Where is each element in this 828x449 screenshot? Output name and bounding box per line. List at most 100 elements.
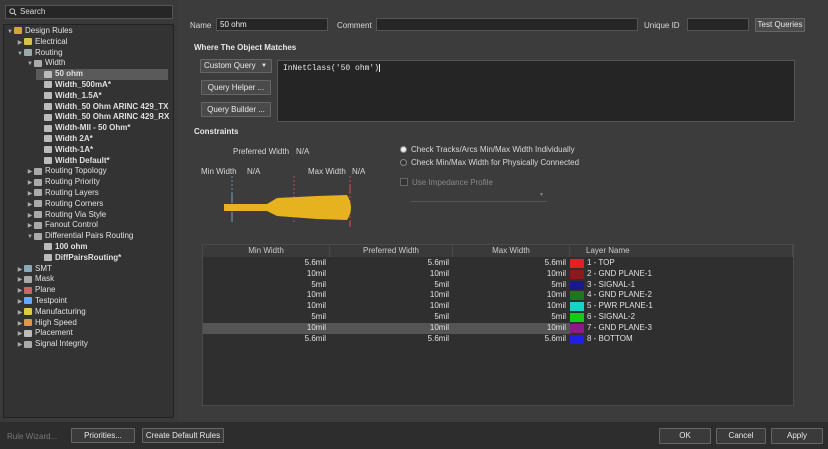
max-width-cell[interactable]: 5mil xyxy=(453,280,568,291)
table-row[interactable]: 5.6mil 5.6mil 5.6mil xyxy=(203,334,570,345)
ok-button[interactable]: OK xyxy=(659,428,711,444)
layer-color-swatch xyxy=(570,313,584,322)
min-width-cell[interactable]: 5mil xyxy=(203,280,328,291)
tree-item[interactable]: Width_50 Ohm ARINC 429_TX xyxy=(36,102,168,113)
impedance-profile-checkbox[interactable] xyxy=(400,178,408,186)
rule-wizard-button[interactable]: Rule Wizard... xyxy=(7,432,57,441)
pref-width-cell[interactable]: 10mil xyxy=(330,323,451,334)
max-width-cell[interactable]: 10mil xyxy=(453,269,568,280)
tree-item[interactable]: ▶ Routing Corners xyxy=(26,199,168,210)
check-connected-radio[interactable] xyxy=(400,159,407,166)
tree-item-label: SMT xyxy=(35,263,52,273)
max-width-cell[interactable]: 10mil xyxy=(453,301,568,312)
priorities-button[interactable]: Priorities... xyxy=(71,428,135,443)
max-width-cell[interactable]: 5.6mil xyxy=(453,334,568,345)
max-width-cell[interactable]: 10mil xyxy=(453,290,568,301)
tree-item[interactable]: Width Default* xyxy=(36,156,168,167)
pref-width-cell[interactable]: 10mil xyxy=(330,269,451,280)
tree-item[interactable]: ▶ Mask xyxy=(16,274,168,285)
tree-item[interactable]: ▶ Routing Via Style xyxy=(26,210,168,221)
min-width-cell[interactable]: 5.6mil xyxy=(203,334,328,345)
search-input[interactable]: Search xyxy=(5,5,173,19)
tree-item[interactable]: ▼ Routing xyxy=(16,48,168,59)
tree-item[interactable]: Width 2A* xyxy=(36,134,168,145)
collapsed-arrow-icon[interactable]: ▶ xyxy=(16,340,24,351)
tree-item[interactable]: Width-1A* xyxy=(36,145,168,156)
column-header[interactable]: Layer Name xyxy=(570,245,793,257)
tree-item[interactable]: ▼ Width xyxy=(26,58,168,69)
rule-icon xyxy=(24,264,32,272)
tree-item[interactable]: ▶ Manufacturing xyxy=(16,307,168,318)
layer-width-table[interactable]: Min Width Preferred Width Max Width Layer N… xyxy=(202,244,794,406)
query-type-dropdown[interactable]: Custom Query ▼ xyxy=(200,59,272,73)
min-width-cell[interactable]: 5.6mil xyxy=(203,258,328,269)
table-row[interactable]: 10mil 10mil 10mil xyxy=(203,269,570,280)
min-width-value[interactable]: N/A xyxy=(247,167,260,176)
table-row[interactable]: 5mil 5mil 5mil xyxy=(203,312,570,323)
design-rules-tree[interactable]: ▼ Design Rules ▶ Electrical ▼ Routing ▼ Width 50… xyxy=(3,24,174,418)
apply-button[interactable]: Apply xyxy=(771,428,823,444)
min-width-cell[interactable]: 10mil xyxy=(203,269,328,280)
table-row[interactable]: 10mil 10mil 10mil xyxy=(203,290,570,301)
name-field[interactable]: 50 ohm xyxy=(216,18,328,31)
folder-icon xyxy=(14,27,22,35)
pref-width-cell[interactable]: 5mil xyxy=(330,280,451,291)
max-width-cell[interactable]: 5.6mil xyxy=(453,258,568,269)
max-width-value[interactable]: N/A xyxy=(352,167,365,176)
expanded-arrow-icon[interactable]: ▼ xyxy=(26,59,34,70)
expanded-arrow-icon[interactable]: ▼ xyxy=(6,27,14,38)
max-width-cell[interactable]: 10mil xyxy=(453,323,568,334)
tree-item[interactable]: ▶ Placement xyxy=(16,328,168,339)
tree-item-label: 100 ohm xyxy=(55,242,88,251)
pref-width-cell[interactable]: 10mil xyxy=(330,290,451,301)
create-default-rules-button[interactable]: Create Default Rules xyxy=(142,428,224,443)
tree-item[interactable]: Width_1.5A* xyxy=(36,91,168,102)
min-width-cell[interactable]: 10mil xyxy=(203,290,328,301)
tree-item[interactable]: Width-MII - 50 Ohm* xyxy=(36,123,168,134)
pref-width-cell[interactable]: 5mil xyxy=(330,312,451,323)
min-width-cell[interactable]: 10mil xyxy=(203,323,328,334)
tree-item[interactable]: ▶ Fanout Control xyxy=(26,220,168,231)
tree-item[interactable]: DiffPairsRouting* xyxy=(36,253,168,264)
tree-item[interactable]: ▶ Testpoint xyxy=(16,296,168,307)
comment-field[interactable] xyxy=(376,18,638,31)
tree-item[interactable]: ▶ Signal Integrity xyxy=(16,339,168,350)
tree-item[interactable]: ▼ Design Rules xyxy=(6,26,168,37)
tree-item[interactable]: ▶ Routing Priority xyxy=(26,177,168,188)
column-header[interactable]: Preferred Width xyxy=(330,245,453,257)
expanded-arrow-icon[interactable]: ▼ xyxy=(16,49,24,60)
impedance-profile-dropdown[interactable]: ▼ xyxy=(410,190,547,202)
tree-item[interactable]: ▶ High Speed xyxy=(16,318,168,329)
tree-item[interactable]: ▶ Routing Topology xyxy=(26,166,168,177)
table-row[interactable]: 10mil 10mil 10mil xyxy=(203,301,570,312)
max-width-cell[interactable]: 5mil xyxy=(453,312,568,323)
tree-item[interactable]: 50 ohm xyxy=(36,69,168,80)
unique-id-field[interactable] xyxy=(687,18,749,31)
table-row[interactable]: 10mil 10mil 10mil xyxy=(203,322,570,334)
min-width-cell[interactable]: 5mil xyxy=(203,312,328,323)
tree-item[interactable]: ▶ Plane xyxy=(16,285,168,296)
query-builder-button[interactable]: Query Builder ... xyxy=(201,102,271,117)
tree-item[interactable]: Width_500mA* xyxy=(36,80,168,91)
tree-item[interactable]: ▶ SMT xyxy=(16,264,168,275)
column-header[interactable]: Min Width xyxy=(203,245,330,257)
pref-width-cell[interactable]: 5.6mil xyxy=(330,258,451,269)
preferred-width-value[interactable]: N/A xyxy=(296,147,309,156)
test-queries-button[interactable]: Test Queries xyxy=(755,18,805,32)
pref-width-cell[interactable]: 5.6mil xyxy=(330,334,451,345)
pref-width-cell[interactable]: 10mil xyxy=(330,301,451,312)
column-header[interactable]: Max Width xyxy=(453,245,570,257)
table-row[interactable]: 5mil 5mil 5mil xyxy=(203,280,570,291)
tree-item[interactable]: ▼ Differential Pairs Routing xyxy=(26,231,168,242)
cancel-button[interactable]: Cancel xyxy=(716,428,766,444)
expanded-arrow-icon[interactable]: ▼ xyxy=(26,232,34,243)
table-row[interactable]: 5.6mil 5.6mil 5.6mil xyxy=(203,258,570,269)
query-helper-button[interactable]: Query Helper ... xyxy=(201,80,271,95)
query-editor[interactable]: InNetClass('50 ohm') xyxy=(277,60,795,122)
check-individually-radio[interactable] xyxy=(400,146,407,153)
min-width-cell[interactable]: 10mil xyxy=(203,301,328,312)
tree-item[interactable]: 100 ohm xyxy=(36,242,168,253)
tree-item[interactable]: ▶ Routing Layers xyxy=(26,188,168,199)
tree-item[interactable]: Width_50 Ohm ARINC 429_RX xyxy=(36,112,169,123)
tree-item[interactable]: ▶ Electrical xyxy=(16,37,168,48)
